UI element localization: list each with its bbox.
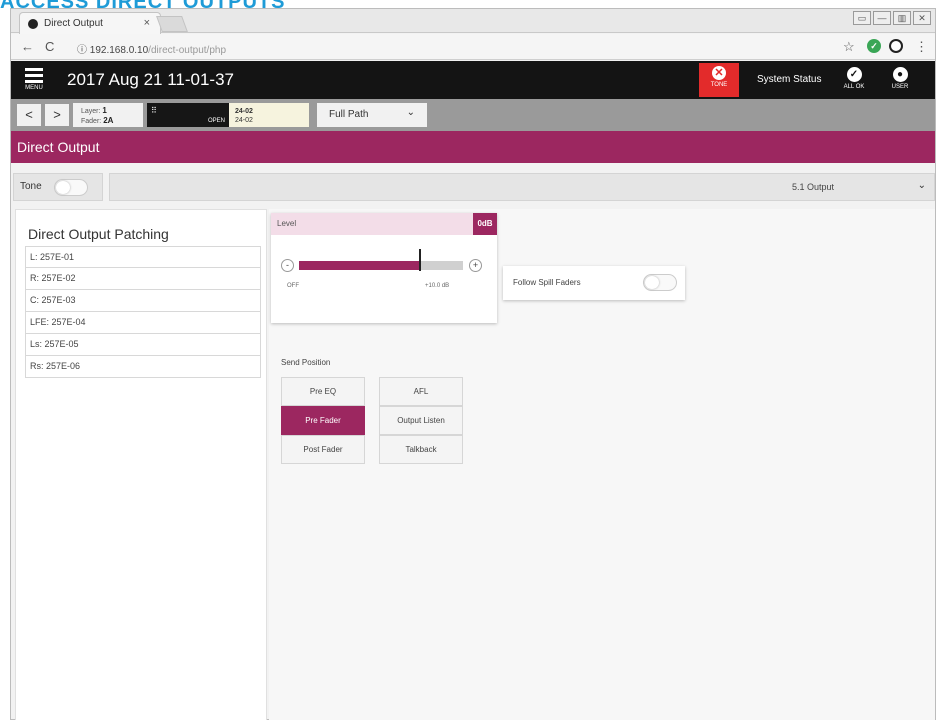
info-icon: ⓘ (77, 45, 87, 56)
app-topbar: MENU 2017 Aug 21 11-01-37 ✕ TONE System … (11, 61, 935, 99)
user-label: USER (891, 84, 909, 90)
tab-title: Direct Output (44, 18, 103, 29)
open-label: OPEN (207, 118, 225, 124)
send-position-label: Send Position (281, 358, 331, 367)
tone-toggle[interactable] (54, 179, 88, 196)
level-increase-button[interactable]: + (469, 259, 482, 272)
level-max-label: +10.0 dB (425, 283, 450, 289)
check-icon: ✓ (846, 67, 862, 82)
new-tab-button[interactable] (156, 16, 188, 32)
window-close-icon[interactable]: ✕ (913, 11, 931, 25)
hamburger-icon (19, 68, 49, 83)
url-field[interactable]: ⓘ 192.168.0.10/direct-output/php (71, 37, 831, 56)
level-slider[interactable] (299, 261, 463, 270)
routing-icon: ⠿ (151, 106, 157, 115)
window-minimize-icon[interactable]: — (873, 11, 891, 25)
chevron-down-icon: ⌄ (406, 107, 415, 118)
browser-menu-icon[interactable]: ⋮ (915, 39, 928, 55)
path-bottom: 24-02 (235, 117, 253, 124)
path-name: 24-02 24-02 (229, 103, 309, 127)
controls-area: Level 0dB - + OFF +10.0 dB Follow Spill … (269, 209, 935, 720)
patching-title: Direct Output Patching (28, 226, 169, 242)
list-item[interactable]: C: 257E-03 (25, 290, 261, 312)
list-item[interactable]: L: 257E-01 (25, 246, 261, 268)
level-label: Level (277, 219, 297, 228)
list-item[interactable]: Rs: 257E-06 (25, 356, 261, 378)
tone-toggle-label: Tone (20, 181, 42, 192)
next-button[interactable]: > (45, 104, 69, 126)
favicon-icon (28, 19, 38, 29)
browser-window: Direct Output × ▭ — ▥ ✕ ← C ⓘ 192.168.0.… (10, 8, 936, 720)
menu-label: MENU (25, 85, 43, 91)
patching-panel: Direct Output Patching L: 257E-01 R: 257… (15, 209, 267, 720)
tone-alarm-button[interactable]: ✕ TONE (699, 63, 739, 97)
path-mode-dropdown[interactable]: Full Path ⌄ (317, 103, 427, 127)
bookmark-star-icon[interactable]: ☆ (843, 39, 855, 55)
window-maximize-icon[interactable]: ▥ (893, 11, 911, 25)
layer-value: 1 (102, 106, 107, 115)
level-slider-handle[interactable] (419, 249, 421, 271)
browser-tabstrip: Direct Output × ▭ — ▥ ✕ (11, 9, 935, 34)
afl-button[interactable]: AFL (379, 377, 463, 406)
prev-button[interactable]: < (17, 104, 41, 126)
menu-button[interactable]: MENU (19, 65, 49, 95)
level-card: Level 0dB - + OFF +10.0 dB (271, 213, 497, 323)
url-host: 192.168.0.10 (89, 45, 149, 56)
back-arrow-icon[interactable]: ← (21, 39, 34, 54)
path-toolbar: < > Layer: 1 Fader: 2A ⠿ OPEN 24-02 24-0… (11, 99, 935, 131)
tab-close-icon[interactable]: × (144, 17, 150, 29)
level-value-badge: 0dB (473, 213, 497, 235)
level-header: Level 0dB (271, 213, 497, 235)
url-path: /direct-output/php (148, 45, 226, 56)
level-decrease-button[interactable]: - (281, 259, 294, 272)
list-item[interactable]: R: 257E-02 (25, 268, 261, 290)
screenshot-root: ACCESS DIRECT OUTPUTS Direct Output × ▭ … (0, 0, 938, 720)
window-restore-icon[interactable]: ▭ (853, 11, 871, 25)
output-listen-button[interactable]: Output Listen (379, 406, 463, 435)
path-mode-value: Full Path (329, 109, 369, 120)
all-ok-button[interactable]: ✓ ALL OK (837, 64, 871, 96)
level-slider-fill (299, 261, 419, 270)
page-title: Direct Output (11, 131, 935, 163)
post-fader-button[interactable]: Post Fader (281, 435, 365, 464)
fader-value: 2A (103, 116, 114, 125)
browser-tab[interactable]: Direct Output × (19, 12, 161, 34)
reload-icon[interactable]: C (45, 39, 54, 54)
extension-o-icon[interactable] (889, 39, 903, 53)
layer-label: Layer: (81, 108, 101, 115)
tone-x-icon: ✕ (712, 66, 726, 80)
datetime-display: 2017 Aug 21 11-01-37 (67, 70, 234, 89)
pre-eq-button[interactable]: Pre EQ (281, 377, 365, 406)
extension-check-icon[interactable]: ✓ (867, 39, 881, 53)
patching-list: L: 257E-01 R: 257E-02 C: 257E-03 LFE: 25… (25, 246, 261, 378)
follow-spill-toggle[interactable] (643, 274, 677, 291)
follow-spill-label: Follow Spill Faders (513, 278, 581, 287)
path-display[interactable]: ⠿ OPEN 24-02 24-02 (147, 103, 309, 127)
user-icon: ● (892, 67, 908, 82)
pre-fader-button[interactable]: Pre Fader (281, 406, 365, 435)
chevron-down-icon: ⌄ (917, 180, 926, 191)
path-state: ⠿ OPEN (147, 103, 229, 127)
tone-label: TONE (710, 82, 728, 88)
tone-control: Tone (13, 173, 103, 201)
level-min-label: OFF (287, 283, 299, 289)
user-button[interactable]: ● USER (883, 64, 917, 96)
follow-spill-card: Follow Spill Faders (503, 266, 685, 300)
talkback-button[interactable]: Talkback (379, 435, 463, 464)
address-bar: ← C ⓘ 192.168.0.10/direct-output/php ☆ ✓… (11, 34, 935, 60)
path-top: 24-02 (235, 108, 253, 115)
system-status-button[interactable]: System Status (757, 74, 821, 85)
output-format-select[interactable]: 5.1 Output ⌄ (109, 173, 935, 201)
list-item[interactable]: LFE: 257E-04 (25, 312, 261, 334)
list-item[interactable]: Ls: 257E-05 (25, 334, 261, 356)
fader-label: Fader: (81, 118, 102, 125)
all-ok-label: ALL OK (843, 84, 865, 90)
output-format-value: 5.1 Output (792, 182, 835, 192)
window-controls: ▭ — ▥ ✕ (853, 11, 931, 25)
tone-row: Tone 5.1 Output ⌄ (11, 171, 935, 209)
layer-fader-indicator[interactable]: Layer: 1 Fader: 2A (73, 103, 143, 127)
